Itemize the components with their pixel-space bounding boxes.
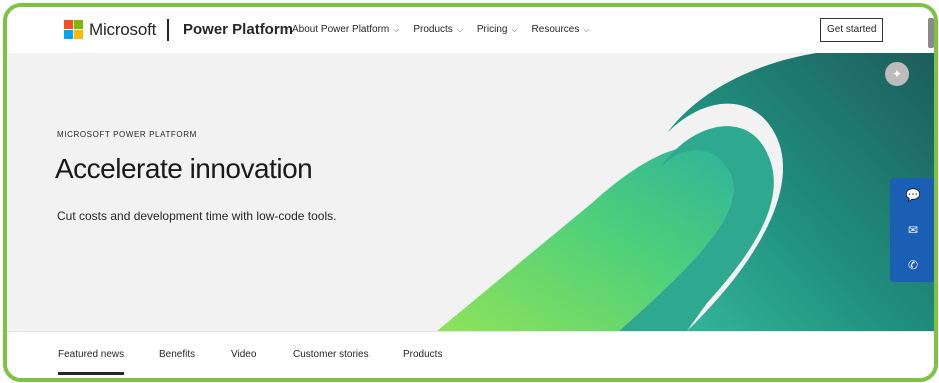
chat-icon[interactable]: 💬 xyxy=(904,188,922,202)
copilot-icon[interactable]: ✦ xyxy=(885,62,909,86)
nav-label: Pricing xyxy=(476,24,508,35)
nav-label: Resources xyxy=(531,24,580,35)
product-name[interactable]: Power Platform xyxy=(183,21,293,38)
hero-banner: MICROSOFT POWER PLATFORM Accelerate inno… xyxy=(7,53,934,331)
scrollbar-thumb[interactable] xyxy=(928,18,934,48)
hero-ribbon-graphic xyxy=(437,53,934,331)
tab-customer-stories[interactable]: Customer stories xyxy=(293,349,369,360)
chevron-down-icon: ⌵ xyxy=(583,24,590,34)
page-frame: Microsoft Power Platform About Power Pla… xyxy=(3,3,938,382)
active-tab-indicator xyxy=(58,372,124,375)
main-nav: About Power Platform ⌵ Products ⌵ Pricin… xyxy=(292,24,603,35)
nav-label: Products xyxy=(413,24,453,35)
microsoft-logo-icon[interactable] xyxy=(64,20,83,39)
hero-title: Accelerate innovation xyxy=(55,153,313,184)
hero-subtitle: Cut costs and development time with low-… xyxy=(57,209,337,223)
nav-label: About Power Platform xyxy=(292,24,390,35)
hero-eyebrow: MICROSOFT POWER PLATFORM xyxy=(57,130,197,139)
chevron-down-icon: ⌵ xyxy=(511,24,518,34)
mail-icon[interactable]: ✉ xyxy=(904,223,922,237)
nav-about-power-platform[interactable]: About Power Platform ⌵ xyxy=(292,24,399,35)
phone-icon[interactable]: ✆ xyxy=(904,258,922,272)
chevron-down-icon: ⌵ xyxy=(393,24,400,34)
section-tabs: Featured news Benefits Video Customer st… xyxy=(7,331,934,378)
get-started-button[interactable]: Get started xyxy=(820,18,884,42)
nav-resources[interactable]: Resources ⌵ xyxy=(532,24,590,35)
tab-featured-news[interactable]: Featured news xyxy=(58,349,124,360)
brand-divider xyxy=(167,19,169,41)
tab-benefits[interactable]: Benefits xyxy=(159,349,195,360)
microsoft-brand[interactable]: Microsoft xyxy=(89,20,156,40)
tab-products[interactable]: Products xyxy=(403,349,442,360)
contact-rail: 💬 ✉ ✆ xyxy=(890,178,934,282)
chevron-down-icon: ⌵ xyxy=(456,24,463,34)
nav-products[interactable]: Products ⌵ xyxy=(413,24,463,35)
nav-pricing[interactable]: Pricing ⌵ xyxy=(477,24,518,35)
top-navigation: Microsoft Power Platform About Power Pla… xyxy=(7,7,934,53)
tab-video[interactable]: Video xyxy=(231,349,256,360)
